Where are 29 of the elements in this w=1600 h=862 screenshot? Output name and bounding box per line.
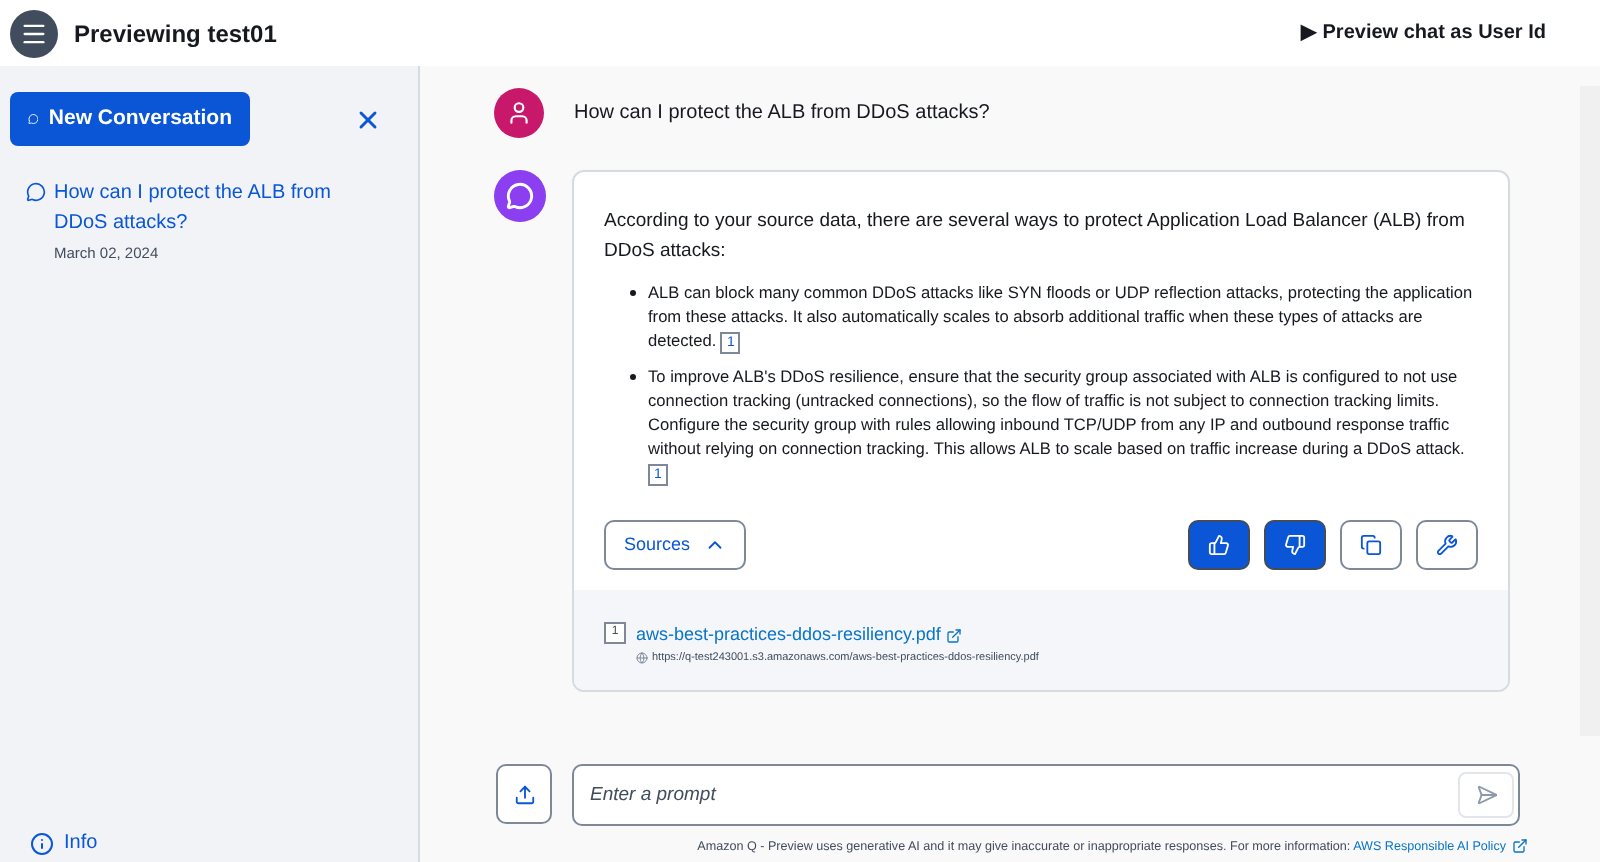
copy-icon xyxy=(1360,534,1382,556)
sources-button[interactable]: Sources xyxy=(604,520,747,570)
thumbs-down-icon xyxy=(1284,534,1306,556)
preview-toggle[interactable]: ▶ Preview chat as User Id xyxy=(1300,18,1546,48)
source-link[interactable]: aws-best-practices-ddos-resiliency.pdf xyxy=(636,622,1039,649)
new-conversation-button[interactable]: New Conversation xyxy=(10,92,250,146)
thumbs-down-button[interactable] xyxy=(1264,520,1326,570)
upload-icon xyxy=(513,783,535,806)
send-button[interactable] xyxy=(1458,771,1514,818)
globe-icon xyxy=(636,651,648,664)
conversation-link[interactable]: How can I protect the ALB from DDoS attacks? xyxy=(54,178,334,238)
info-icon xyxy=(30,831,54,855)
user-icon xyxy=(506,100,532,126)
copy-button[interactable] xyxy=(1340,520,1402,570)
answer-intro: According to your source data, there are several ways to protect Application Load Balancer (ALB) from DDoS attacks: xyxy=(604,208,1467,266)
wrench-button[interactable] xyxy=(1416,520,1478,570)
menu-button[interactable] xyxy=(10,9,58,57)
thumbs-up-icon xyxy=(1208,534,1230,556)
menu-icon xyxy=(20,19,48,47)
user-question: How can I protect the ALB from DDoS attacks? xyxy=(574,100,990,128)
info-link[interactable]: Info xyxy=(30,828,408,858)
wrench-icon xyxy=(1436,534,1458,556)
thumbs-up-button[interactable] xyxy=(1188,520,1250,570)
external-link-icon xyxy=(946,627,963,644)
upload-button[interactable] xyxy=(496,764,552,825)
page-title: Previewing test01 xyxy=(74,17,277,51)
send-icon xyxy=(1475,783,1497,806)
prompt-field[interactable]: Enter a prompt xyxy=(572,763,1520,826)
external-link-icon xyxy=(1512,838,1528,855)
